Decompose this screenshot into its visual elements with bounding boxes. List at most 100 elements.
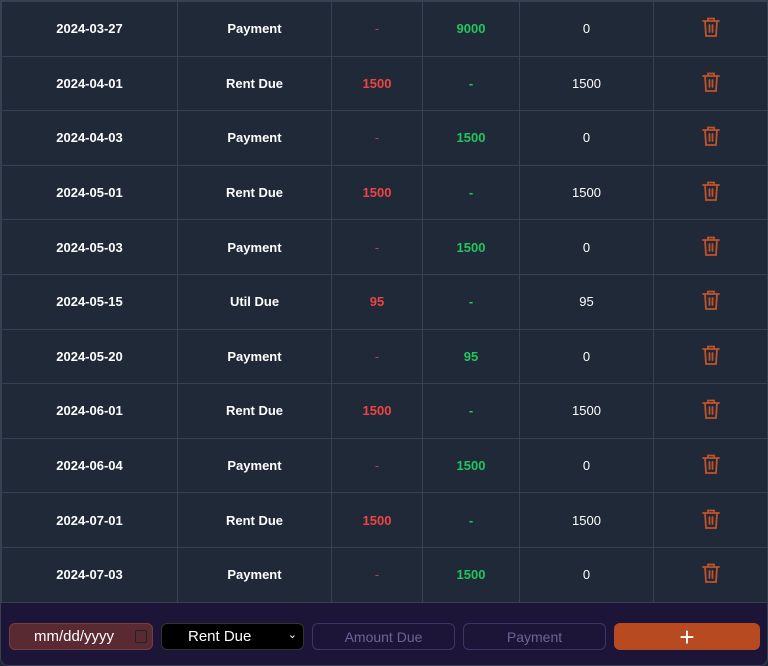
trash-icon[interactable] <box>701 289 721 311</box>
type-selected: Rent Due <box>188 628 252 645</box>
cell-type: Payment <box>177 1 332 57</box>
amount-placeholder: Amount Due <box>344 628 423 645</box>
cell-date: 2024-05-03 <box>1 219 178 275</box>
cell-debit: 1500 <box>331 492 423 548</box>
cell-date: 2024-05-20 <box>1 328 178 385</box>
cell-date: 2024-04-03 <box>1 110 178 166</box>
cell-actions <box>653 546 767 603</box>
cell-credit: 1500 <box>422 110 520 166</box>
cell-debit: - <box>331 219 423 275</box>
cell-credit: 1500 <box>422 219 520 275</box>
cell-balance: 0 <box>519 328 654 385</box>
cell-debit: 1500 <box>331 383 423 439</box>
trash-icon[interactable] <box>701 125 721 147</box>
cell-actions <box>653 383 767 439</box>
cell-date: 2024-07-01 <box>1 492 178 548</box>
payment-input[interactable]: Payment <box>463 623 606 650</box>
cell-type: Rent Due <box>177 164 332 221</box>
table-row: 2024-05-15 Util Due 95-95 <box>1 273 767 330</box>
table-row: 2024-03-27 Payment -9000 0 <box>1 1 767 57</box>
table-row: 2024-05-20 Payment -95 0 <box>1 328 767 385</box>
cell-type: Rent Due <box>177 55 332 112</box>
cell-actions <box>653 164 767 221</box>
cell-debit: 95 <box>331 273 423 330</box>
ledger-table: 2024-03-27 Payment -9000 0 2024-04-01 Rent Du… <box>1 1 767 603</box>
cell-actions <box>653 328 767 385</box>
trash-icon[interactable] <box>701 71 721 93</box>
cell-credit: 95 <box>422 328 520 385</box>
trash-icon[interactable] <box>701 398 721 420</box>
cell-date: 2024-07-03 <box>1 546 178 603</box>
table-row: 2024-05-01 Rent Due 1500-1500 <box>1 164 767 221</box>
table-row: 2024-06-01 Rent Due 1500-1500 <box>1 383 767 439</box>
cell-type: Util Due <box>177 273 332 330</box>
trash-icon[interactable] <box>701 508 721 530</box>
table-row: 2024-07-01 Rent Due 1500-1500 <box>1 492 767 548</box>
cell-date: 2024-06-01 <box>1 383 178 439</box>
chevron-down-icon: ⌄ <box>287 629 297 641</box>
cell-date: 2024-05-01 <box>1 164 178 221</box>
type-select[interactable]: Rent Due ⌄ <box>161 623 304 650</box>
cell-credit: - <box>422 383 520 439</box>
cell-balance: 0 <box>519 437 654 494</box>
cell-actions <box>653 219 767 275</box>
trash-icon[interactable] <box>701 562 721 584</box>
cell-credit: - <box>422 273 520 330</box>
cell-date: 2024-06-04 <box>1 437 178 494</box>
cell-balance: 0 <box>519 546 654 603</box>
cell-debit: 1500 <box>331 164 423 221</box>
cell-type: Payment <box>177 437 332 494</box>
table-row: 2024-04-03 Payment -1500 0 <box>1 110 767 166</box>
cell-balance: 1500 <box>519 55 654 112</box>
cell-balance: 1500 <box>519 492 654 548</box>
table-row: 2024-06-04 Payment -1500 0 <box>1 437 767 494</box>
cell-credit: 1500 <box>422 546 520 603</box>
cell-actions <box>653 55 767 112</box>
cell-date: 2024-05-15 <box>1 273 178 330</box>
cell-balance: 0 <box>519 219 654 275</box>
cell-type: Payment <box>177 328 332 385</box>
trash-icon[interactable] <box>701 344 721 366</box>
cell-actions <box>653 110 767 166</box>
cell-debit: - <box>331 1 423 57</box>
add-entry-form: mm/dd/yyyy Rent Due ⌄ Amount Due Payment … <box>1 602 767 665</box>
payment-placeholder: Payment <box>506 628 563 645</box>
cell-actions <box>653 492 767 548</box>
table-row: 2024-05-03 Payment -1500 0 <box>1 219 767 275</box>
cell-debit: - <box>331 546 423 603</box>
ledger-panel: 2024-03-27 Payment -9000 0 2024-04-01 Rent Du… <box>0 0 768 666</box>
cell-debit: - <box>331 110 423 166</box>
cell-debit: - <box>331 328 423 385</box>
cell-debit: 1500 <box>331 55 423 112</box>
cell-actions <box>653 1 767 57</box>
trash-icon[interactable] <box>701 235 721 257</box>
cell-credit: - <box>422 164 520 221</box>
date-placeholder: mm/dd/yyyy <box>34 628 115 645</box>
cell-actions <box>653 273 767 330</box>
cell-credit: - <box>422 55 520 112</box>
cell-balance: 95 <box>519 273 654 330</box>
cell-type: Payment <box>177 546 332 603</box>
cell-credit: - <box>422 492 520 548</box>
cell-balance: 0 <box>519 1 654 57</box>
cell-balance: 1500 <box>519 383 654 439</box>
cell-balance: 0 <box>519 110 654 166</box>
cell-type: Rent Due <box>177 492 332 548</box>
date-input[interactable]: mm/dd/yyyy <box>9 623 153 650</box>
cell-credit: 9000 <box>422 1 520 57</box>
add-entry-button[interactable]: + <box>614 623 760 650</box>
table-row: 2024-07-03 Payment -1500 0 <box>1 546 767 603</box>
calendar-icon[interactable] <box>135 630 147 643</box>
cell-debit: - <box>331 437 423 494</box>
cell-type: Payment <box>177 219 332 275</box>
cell-credit: 1500 <box>422 437 520 494</box>
cell-date: 2024-04-01 <box>1 55 178 112</box>
cell-type: Rent Due <box>177 383 332 439</box>
table-row: 2024-04-01 Rent Due 1500-1500 <box>1 55 767 112</box>
cell-balance: 1500 <box>519 164 654 221</box>
trash-icon[interactable] <box>701 453 721 475</box>
cell-date: 2024-03-27 <box>1 1 178 57</box>
trash-icon[interactable] <box>701 16 721 38</box>
trash-icon[interactable] <box>701 180 721 202</box>
amount-due-input[interactable]: Amount Due <box>312 623 455 650</box>
